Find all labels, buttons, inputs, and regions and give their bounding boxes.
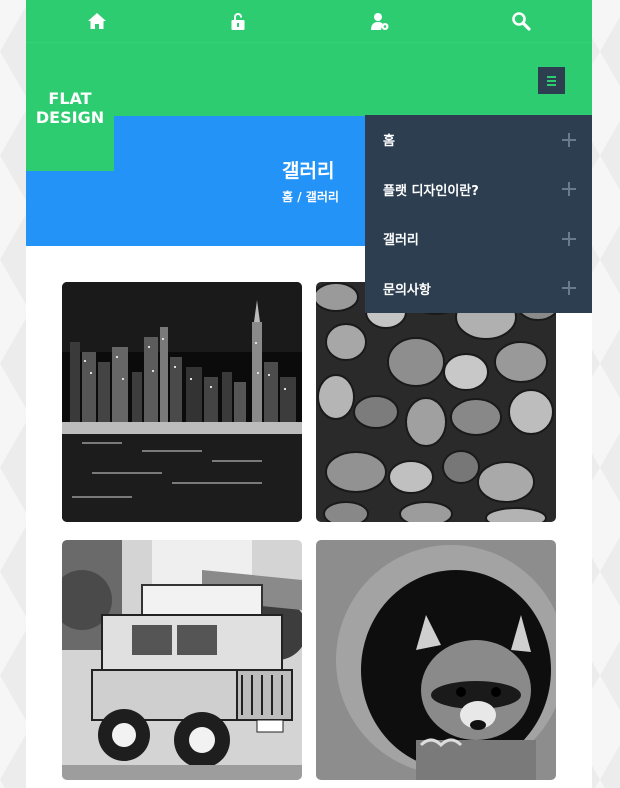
- menu-item-label: 문의사항: [383, 282, 431, 298]
- city-skyline-image: [62, 282, 302, 522]
- nav-dropdown-menu: 홈 플랫 디자인이란? 갤러리 문의사항: [365, 115, 592, 313]
- search-button[interactable]: [451, 0, 593, 42]
- menu-item-label: 플랫 디자인이란?: [383, 183, 479, 199]
- plus-icon[interactable]: [562, 182, 576, 197]
- menu-item-label: 갤러리: [383, 233, 419, 249]
- jeep-cafe-image: [62, 540, 302, 780]
- search-icon: [512, 12, 531, 31]
- menu-item-contact[interactable]: 문의사항: [365, 264, 592, 314]
- user-settings-button[interactable]: [309, 0, 451, 42]
- gallery-photo-raccoon[interactable]: [316, 540, 556, 780]
- gallery-photo-city[interactable]: [62, 282, 302, 522]
- breadcrumb: 홈 / 갤러리: [282, 190, 339, 204]
- menu-item-home[interactable]: 홈: [365, 115, 592, 165]
- pebble-stones-image: [316, 282, 556, 522]
- menu-item-label: 홈: [383, 134, 395, 150]
- unlock-button[interactable]: [168, 0, 310, 42]
- plus-icon[interactable]: [562, 281, 576, 296]
- plus-icon[interactable]: [562, 132, 576, 147]
- unlock-icon: [231, 13, 245, 30]
- raccoon-image: [316, 540, 556, 780]
- page: FLAT DESIGN 갤러리 홈 / 갤러리 홈 플랫 디자인이란? 갤러리 …: [26, 0, 592, 788]
- user-settings-icon: [370, 13, 389, 30]
- hamburger-menu-icon[interactable]: [538, 67, 565, 94]
- logo-text: FLAT DESIGN: [35, 89, 105, 127]
- menu-item-about[interactable]: 플랫 디자인이란?: [365, 165, 592, 215]
- home-button[interactable]: [26, 0, 168, 42]
- page-title: 갤러리: [282, 160, 335, 182]
- top-icon-bar: [26, 0, 592, 42]
- gallery-photo-jeep[interactable]: [62, 540, 302, 780]
- gallery-photo-stones[interactable]: [316, 282, 556, 522]
- plus-icon[interactable]: [562, 231, 576, 246]
- home-icon: [87, 13, 106, 29]
- menu-item-gallery[interactable]: 갤러리: [365, 214, 592, 264]
- logo[interactable]: FLAT DESIGN: [26, 73, 114, 171]
